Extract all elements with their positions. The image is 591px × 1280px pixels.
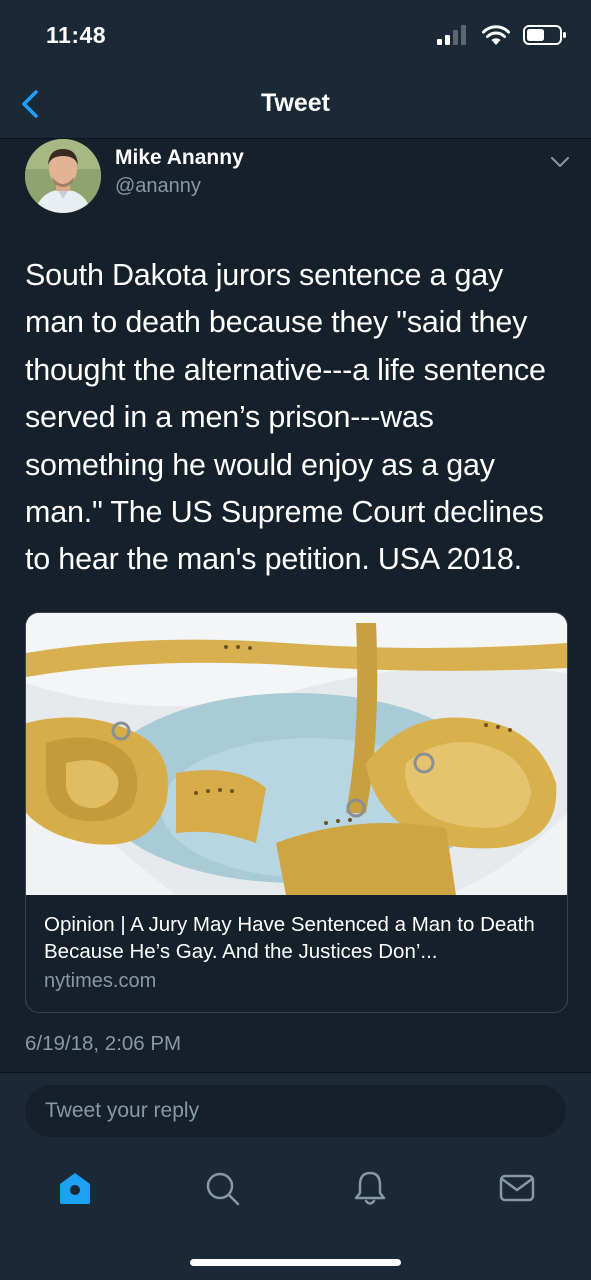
signal-icon bbox=[437, 25, 466, 45]
status-time: 11:48 bbox=[46, 22, 107, 48]
chevron-down-icon[interactable] bbox=[548, 152, 572, 172]
bell-icon[interactable] bbox=[350, 1168, 390, 1208]
author-name[interactable]: Mike Ananny bbox=[115, 146, 244, 170]
tweet-text: South Dakota jurors sentence a gay man t… bbox=[25, 258, 546, 577]
page-title: Tweet bbox=[261, 89, 330, 117]
home-indicator bbox=[190, 1259, 401, 1266]
wifi-icon bbox=[482, 25, 510, 45]
card-image bbox=[26, 613, 567, 895]
search-icon[interactable] bbox=[202, 1168, 242, 1208]
tab-bar bbox=[0, 1150, 591, 1280]
card-domain: nytimes.com bbox=[44, 970, 157, 992]
reply-input[interactable] bbox=[25, 1085, 566, 1137]
link-card[interactable]: Opinion | A Jury May Have Sentenced a Ma… bbox=[25, 612, 568, 1013]
nav-bar: Tweet bbox=[0, 68, 591, 139]
status-bar: 11:48 bbox=[0, 0, 591, 68]
battery-icon bbox=[523, 25, 566, 45]
avatar[interactable] bbox=[25, 139, 101, 213]
tweet-timestamp: 6/19/18, 2:06 PM bbox=[25, 1032, 182, 1055]
mail-icon[interactable] bbox=[497, 1168, 537, 1208]
reply-bar bbox=[0, 1072, 591, 1151]
home-icon[interactable] bbox=[55, 1168, 95, 1208]
card-title: Opinion | A Jury May Have Sentenced a Ma… bbox=[44, 913, 535, 963]
author-handle[interactable]: @ananny bbox=[115, 175, 201, 198]
